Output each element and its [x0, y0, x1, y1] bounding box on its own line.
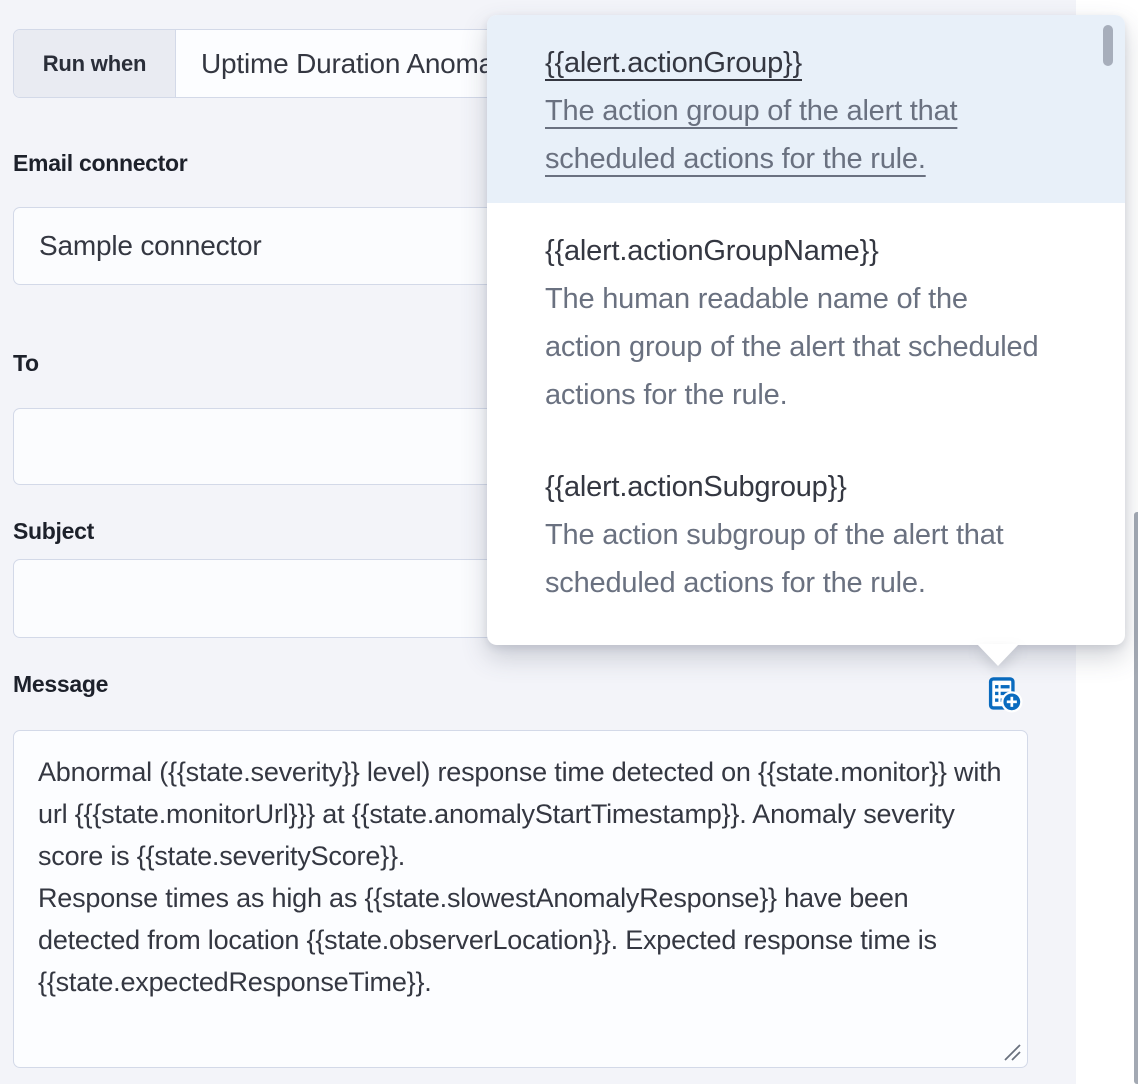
- popover-scrollbar[interactable]: [1103, 25, 1113, 66]
- email-connector-value: Sample connector: [14, 230, 261, 262]
- flyout-scrollbar[interactable]: [1134, 512, 1138, 1084]
- variable-name: {{alert.actionGroup}}: [545, 39, 1050, 87]
- variable-name: {{alert.actionGroupName}}: [545, 227, 1050, 275]
- run-when-prepend-label: Run when: [14, 30, 176, 97]
- variable-option-alert-actionGroup[interactable]: {{alert.actionGroup}} The action group o…: [487, 15, 1125, 203]
- message-label: Message: [13, 671, 108, 698]
- variable-option-alert-actionGroupName[interactable]: {{alert.actionGroupName}} The human read…: [487, 203, 1125, 439]
- textarea-resize-handle-icon[interactable]: [1002, 1042, 1022, 1062]
- rule-variables-popover: {{alert.actionGroup}} The action group o…: [487, 15, 1125, 645]
- rule-variables-list: {{alert.actionGroup}} The action group o…: [487, 15, 1125, 627]
- variable-name: {{alert.actionSubgroup}}: [545, 463, 1050, 511]
- popover-arrow: [977, 644, 1019, 666]
- variable-description: The action subgroup of the alert that sc…: [545, 511, 1050, 607]
- email-connector-label: Email connector: [13, 150, 187, 177]
- subject-label: Subject: [13, 518, 94, 545]
- list-add-icon: [985, 702, 1023, 717]
- add-rule-variable-button[interactable]: [985, 674, 1023, 714]
- variable-description: The action group of the alert that sched…: [545, 87, 1050, 183]
- variable-option-alert-actionSubgroup[interactable]: {{alert.actionSubgroup}} The action subg…: [487, 439, 1125, 627]
- run-when-select[interactable]: Uptime Duration Anomaly: [176, 30, 514, 97]
- variable-description: The human readable name of the action gr…: [545, 275, 1050, 419]
- message-textarea[interactable]: Abnormal ({{state.severity}} level) resp…: [13, 730, 1028, 1068]
- to-label: To: [13, 350, 39, 377]
